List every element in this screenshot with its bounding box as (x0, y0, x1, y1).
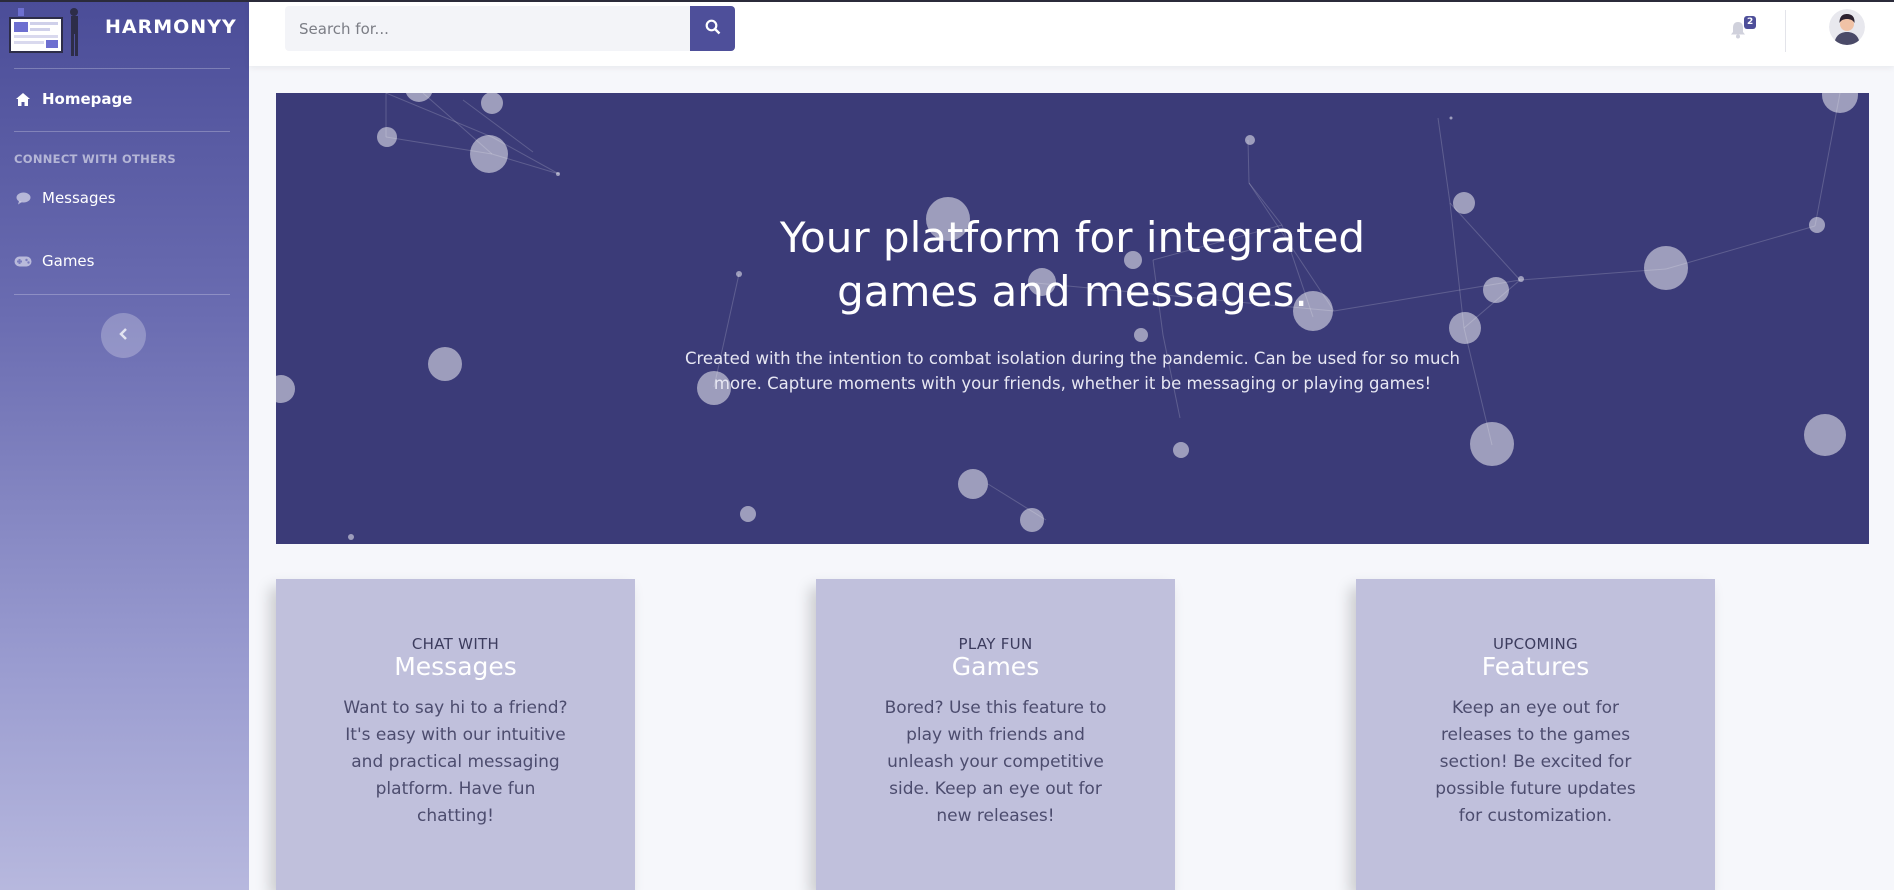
card-kicker: PLAY FUN (958, 635, 1033, 653)
hero-description-line: more. Capture moments with your friends,… (713, 374, 1432, 393)
hero-title-line: games and messages. (837, 267, 1308, 316)
search-input[interactable] (285, 6, 690, 51)
card-title: Games (951, 652, 1040, 681)
card-description-line: It's easy with our intuitive (345, 725, 566, 745)
sidebar-divider (14, 294, 230, 295)
card-description-line: chatting! (417, 806, 494, 826)
sidebar-item-label: Games (42, 252, 95, 270)
card-description-line: play with friends and (906, 725, 1085, 745)
search-button[interactable] (690, 6, 735, 51)
sidebar-divider (14, 131, 230, 132)
card-kicker: CHAT WITH (411, 635, 500, 653)
brand[interactable]: HARMONYY (0, 2, 249, 66)
card-description-line: platform. Have fun (375, 779, 536, 799)
notifications-button[interactable]: 2 (1727, 16, 1757, 44)
card-description-line: new releases! (936, 806, 1055, 826)
card-description-line: possible future updates (1435, 779, 1636, 799)
card-description-line: Want to say hi to a friend? (343, 698, 568, 718)
feature-card-features[interactable]: UPCOMING Features Keep an eye out for re… (1356, 579, 1715, 890)
hero-description-line: Created with the intention to combat iso… (684, 349, 1460, 368)
hero-banner: Your platform for integrated games and m… (276, 93, 1869, 544)
sidebar-item-label: Homepage (42, 90, 133, 108)
card-description: Bored? Use this feature to play with fri… (876, 695, 1115, 830)
logo-illustration (9, 8, 78, 56)
search-bar (285, 6, 735, 51)
topbar: 2 (249, 0, 1894, 66)
app-name: HARMONYY (105, 16, 237, 38)
sidebar-section-heading: CONNECT WITH OTHERS (14, 152, 176, 166)
topbar-divider (1785, 10, 1786, 52)
hero-title-line: Your platform for integrated (779, 213, 1366, 262)
sidebar-item-messages[interactable]: Messages (14, 189, 116, 207)
card-description-line: side. Keep an eye out for (889, 779, 1102, 799)
feature-card-games[interactable]: PLAY FUN Games Bored? Use this feature t… (816, 579, 1175, 890)
card-description-line: section! Be excited for (1439, 752, 1632, 772)
user-avatar[interactable] (1829, 9, 1865, 45)
hero-title: Your platform for integrated games and m… (276, 211, 1869, 319)
card-description-line: releases to the games (1440, 725, 1631, 745)
card-kicker: UPCOMING (1493, 635, 1578, 653)
chevron-left-icon (118, 326, 130, 345)
notification-count-badge: 2 (1744, 16, 1757, 29)
user-avatar-icon (1829, 9, 1865, 45)
card-title: Features (1481, 652, 1590, 681)
card-description: Keep an eye out for releases to the game… (1416, 695, 1655, 830)
sidebar-item-homepage[interactable]: Homepage (14, 90, 132, 108)
sidebar-item-games[interactable]: Games (14, 252, 94, 270)
feature-card-messages[interactable]: CHAT WITH Messages Want to say hi to a f… (276, 579, 635, 890)
card-description-line: unleash your competitive (887, 752, 1104, 772)
sidebar-collapse-button[interactable] (101, 313, 146, 358)
sidebar: HARMONYY Homepage CONNECT WITH OTHERS Me… (0, 0, 249, 890)
home-icon (14, 90, 32, 108)
card-title: Messages (394, 652, 517, 681)
gamepad-icon (14, 252, 32, 270)
card-description-line: Keep an eye out for (1451, 698, 1619, 718)
sidebar-divider (14, 68, 230, 69)
search-icon (705, 19, 721, 39)
card-description-line: for customization. (1458, 806, 1613, 826)
chat-bubble-icon (14, 189, 32, 207)
hero-description: Created with the intention to combat iso… (276, 346, 1869, 396)
sidebar-item-label: Messages (42, 189, 116, 207)
card-description-line: Bored? Use this feature to (884, 698, 1107, 718)
card-description: Want to say hi to a friend? It's easy wi… (336, 695, 575, 830)
card-description-line: and practical messaging (351, 752, 560, 772)
